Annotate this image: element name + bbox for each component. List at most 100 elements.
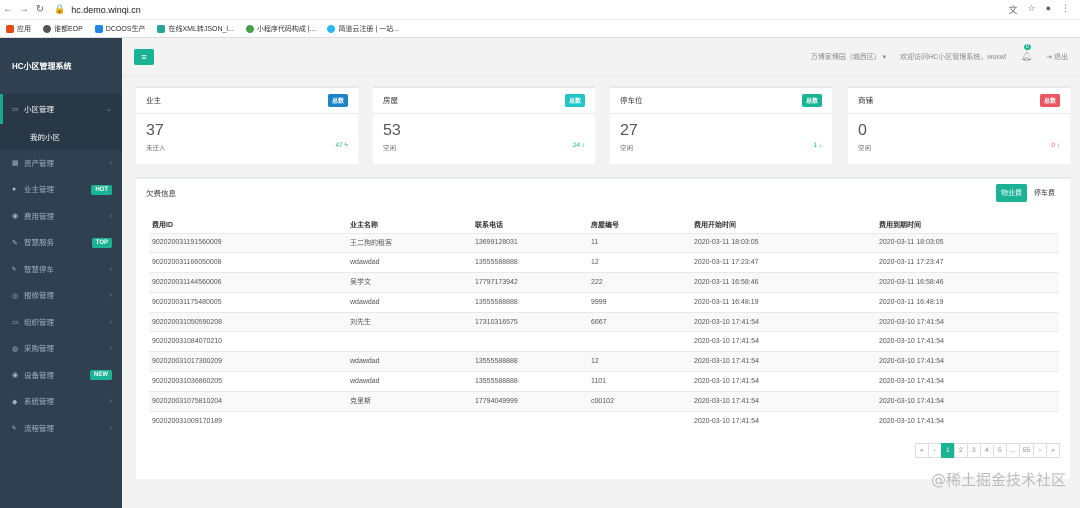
kebab-menu-icon[interactable]: ⋮ — [1061, 3, 1070, 16]
sidebar-item-4[interactable]: ϟ 智慧停车 ‹ — [0, 256, 122, 283]
reload-icon[interactable]: ↻ — [32, 4, 48, 15]
table-cell: 11 — [591, 239, 599, 247]
table-cell: 2020-03-10 17:41:54 — [694, 358, 759, 366]
sidebar-item-8[interactable]: ◉ 设备管理 NEW — [0, 362, 122, 389]
card-value: 53 — [383, 122, 401, 139]
page-button[interactable]: 2 — [953, 443, 968, 458]
table-row: 902020031075810204 克里斯 17794049999 c00102 20… — [149, 391, 1059, 412]
sidebar-item-6[interactable]: ▭ 组织管理 ‹ — [0, 309, 122, 336]
table-cell: 2020-03-11 17:23:47 — [879, 259, 944, 267]
table-cell: wdawdad — [350, 358, 380, 366]
table-cell: wdawdad — [350, 259, 380, 267]
sidebar-item-10[interactable]: ϟ 流程管理 ‹ — [0, 415, 122, 442]
translate-icon[interactable]: 文 — [1008, 3, 1017, 16]
card-title: 停车位 — [620, 96, 643, 105]
page-button[interactable]: 3 — [966, 443, 981, 458]
table-cell: 13699128031 — [475, 239, 518, 247]
table-cell: 2020-03-11 18:03:05 — [694, 239, 759, 247]
address-bar[interactable]: 🔒 hc.demo.winqi.cn — [54, 4, 141, 15]
sidebar-item-1[interactable]: ● 业主管理 HOT — [0, 177, 122, 204]
table-cell — [472, 332, 588, 352]
table-cell: wdawdad — [350, 377, 380, 385]
stat-card: 业主 总数 37 未迁入 47 ϟ — [136, 86, 358, 164]
sidebar-subitem-my-community[interactable]: 我的小区 — [0, 124, 122, 150]
page-button[interactable]: 5 — [992, 443, 1007, 458]
bookmark-apps[interactable]: 应用 — [6, 24, 31, 34]
page-button[interactable]: » — [1046, 443, 1060, 458]
card-subtitle: 空闲 — [620, 145, 633, 152]
bookmark-dcoos[interactable]: DCOOS生产 — [94, 24, 145, 34]
trend-icon: ϟ — [344, 142, 348, 149]
bookmark-xml-json[interactable]: 在线XML转JSON_l... — [157, 24, 234, 34]
device-icon: ◉ — [12, 372, 19, 380]
tab-parking-fee[interactable]: 停车费 — [1029, 184, 1060, 202]
logout-link[interactable]: ⇥ 退出 — [1046, 52, 1068, 62]
table-cell: 9999 — [591, 298, 607, 306]
card-tag: 总数 — [801, 94, 822, 107]
page-button[interactable]: 1 — [940, 443, 955, 458]
table-cell — [588, 332, 691, 352]
trend-icon: ↕ — [1056, 142, 1060, 149]
profile-icon[interactable]: ● — [1046, 3, 1051, 16]
table-row: 902020031036860205 wdawdad 13555588888 1101… — [149, 371, 1059, 392]
chevron-left-icon: ‹ — [109, 398, 112, 406]
menu-toggle-button[interactable]: ≡ — [134, 48, 154, 65]
table-cell: 902020031144560006 — [152, 278, 222, 286]
star-icon[interactable]: ☆ — [1027, 3, 1035, 16]
table-cell: 902020031009170189 — [152, 417, 223, 425]
table-row: 902020031084070210 2020-03-10 17:41:54 202… — [149, 331, 1059, 352]
community-selector[interactable]: 万博家博园（城西区） ▾ — [811, 52, 886, 62]
stat-card: 商铺 总数 0 空闲 0 ↕ — [848, 86, 1070, 164]
table-cell: 13555588888 — [475, 298, 518, 306]
sidebar-item-5[interactable]: ◎ 报修管理 ‹ — [0, 283, 122, 310]
table-cell: 902020031017300209 — [152, 358, 223, 366]
table-row: 902020031166050008 wdawdad 13555588888 12 20… — [149, 252, 1059, 273]
card-subtitle: 空闲 — [383, 145, 396, 152]
table-cell: 刘先生 — [350, 319, 371, 327]
card-subtitle: 未迁入 — [146, 145, 166, 152]
tab-property-fee[interactable]: 物业费 — [996, 184, 1027, 202]
stat-card: 停车位 总数 27 空闲 1 ↕ — [610, 86, 832, 164]
diamond-icon: ◆ — [12, 398, 18, 406]
bookmark-miniprogram[interactable]: 小程序代码构成 |... — [245, 24, 315, 34]
watermark: @稀土掘金技术社区 — [930, 471, 1066, 489]
chevron-left-icon: ‹ — [109, 292, 112, 300]
table-cell — [472, 411, 588, 431]
notification-bell[interactable]: 🔔︎ 0 — [1020, 44, 1033, 62]
table-cell: 王二狗的租客 — [350, 239, 392, 247]
column-header: 联系电话 — [472, 217, 588, 234]
sidebar-item-7[interactable]: ◍ 采购管理 ‹ — [0, 336, 122, 363]
page-button[interactable]: « — [914, 443, 929, 458]
sidebar-item-community[interactable]: ▭ 小区管理 ⌄ — [0, 94, 122, 124]
sidebar-item-2[interactable]: ◉ 费用管理 ‹ — [0, 203, 122, 230]
grid-icon: ▦ — [12, 160, 19, 168]
user-icon: ● — [12, 186, 17, 194]
table-cell: 17794049999 — [475, 397, 518, 405]
bookmark-eop[interactable]: 谁都EOP — [43, 24, 83, 34]
sidebar-item-9[interactable]: ◆ 系统管理 ‹ — [0, 389, 122, 416]
menu-badge: NEW — [90, 370, 112, 381]
hamburger-icon: ≡ — [141, 51, 147, 62]
sidebar-item-3[interactable]: ✎ 智慧服务 TOP — [0, 230, 122, 257]
page-button[interactable]: 55 — [1018, 443, 1034, 458]
table-row: 902020031050590208 刘先生 17310316575 6667 2020… — [149, 312, 1059, 332]
card-value: 37 — [146, 122, 164, 139]
table-cell: 222 — [591, 278, 603, 286]
chevron-left-icon: ‹ — [109, 424, 112, 432]
table-row: 902020031009170189 2020-03-10 17:41:54 202… — [149, 411, 1059, 431]
bookmark-jiandaoyun[interactable]: 简道云注册 | 一站... — [327, 24, 399, 34]
page-button[interactable]: 4 — [979, 443, 994, 458]
table-cell: 902020031175480005 — [152, 298, 222, 306]
code-icon — [157, 24, 166, 33]
sidebar-item-0[interactable]: ▦ 资产管理 ‹ — [0, 150, 122, 177]
page-button[interactable]: › — [1033, 443, 1047, 458]
table-cell: wdawdad — [350, 298, 380, 306]
bell-icon: 🔔︎ — [1020, 51, 1033, 61]
chevron-left-icon: ‹ — [109, 212, 112, 220]
page-button[interactable]: ‹ — [927, 443, 942, 458]
caret-down-icon: ▾ — [882, 53, 887, 61]
back-icon[interactable]: ← — [0, 4, 16, 15]
forward-icon[interactable]: → — [16, 4, 32, 15]
table-cell: 2020-03-11 18:03:05 — [879, 239, 944, 247]
page-button[interactable]: ... — [1005, 443, 1020, 458]
